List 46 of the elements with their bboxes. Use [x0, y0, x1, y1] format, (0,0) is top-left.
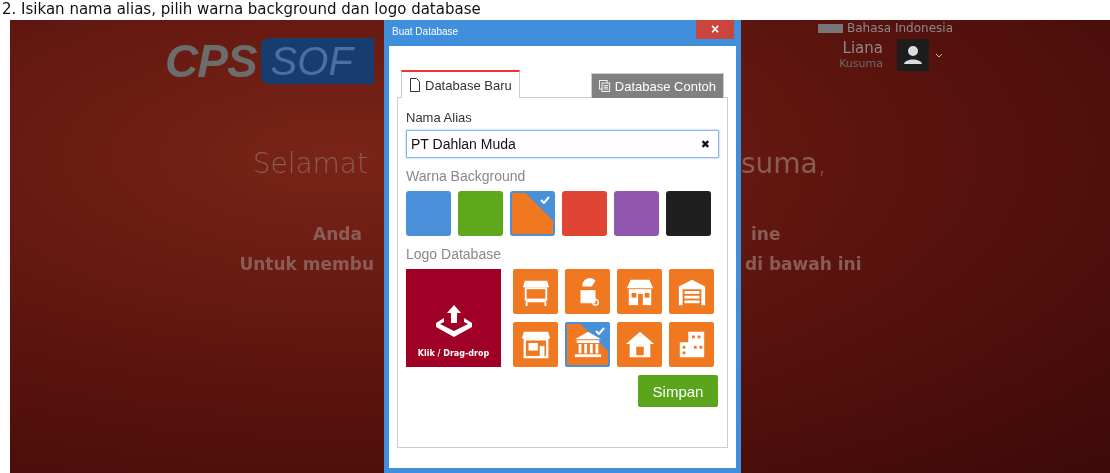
alias-input-field[interactable]: PT Dahlan Muda ✖ [406, 130, 719, 158]
bank-icon [572, 329, 603, 359]
welcome-text: Anda [313, 224, 362, 244]
color-swatch[interactable] [406, 191, 451, 236]
logo-option[interactable] [669, 269, 714, 314]
logo-option[interactable] [565, 269, 610, 314]
language-link[interactable]: Bahasa Indonesia [847, 21, 953, 35]
color-swatch[interactable] [562, 191, 607, 236]
section-label: Logo Database [406, 246, 502, 262]
upload-button[interactable]: Klik / Drag-drop [406, 269, 501, 367]
store-icon [520, 329, 551, 359]
logo-text: CPS [165, 34, 257, 88]
user-name: Liana [842, 40, 883, 57]
welcome-text: Untuk membu [239, 254, 374, 274]
logo-option[interactable] [617, 321, 662, 367]
caret-icon[interactable] [935, 52, 943, 58]
welcome-text: di bawah ini [745, 254, 862, 274]
page-icon [409, 78, 421, 92]
logo-option[interactable] [669, 321, 714, 367]
section-label: Warna Background [406, 168, 527, 184]
tab[interactable]: Database Contoh [590, 73, 724, 98]
copy-icon [598, 79, 611, 93]
flag-icon [818, 23, 843, 33]
avatar-icon[interactable] [897, 39, 929, 71]
color-swatch[interactable] [614, 191, 659, 236]
welcome-text: suma, [741, 147, 827, 180]
user-surname: Kusuma [839, 57, 883, 70]
color-swatch[interactable] [458, 191, 503, 236]
dialog-title: Buat Database [391, 25, 459, 37]
welcome-text: Selamat [252, 147, 368, 180]
logo-option[interactable] [513, 321, 558, 367]
color-swatch[interactable] [510, 191, 555, 236]
logo-option[interactable] [513, 269, 558, 314]
check-icon [540, 196, 550, 204]
logo-option[interactable] [617, 269, 662, 314]
upload-icon [433, 303, 474, 339]
logo-option[interactable] [565, 321, 610, 367]
house-icon [624, 329, 655, 359]
welcome-text: ine [751, 224, 781, 244]
close-button[interactable]: × [696, 20, 734, 39]
check-icon [595, 326, 605, 335]
color-swatch[interactable] [666, 191, 711, 236]
tab[interactable]: Database Baru [401, 70, 520, 98]
caption-text: 2. Isikan nama alias, pilih warna background dan logo database [1, 0, 482, 20]
field-label: Nama Alias [406, 110, 473, 125]
clear-button[interactable]: ✖ [700, 137, 710, 151]
